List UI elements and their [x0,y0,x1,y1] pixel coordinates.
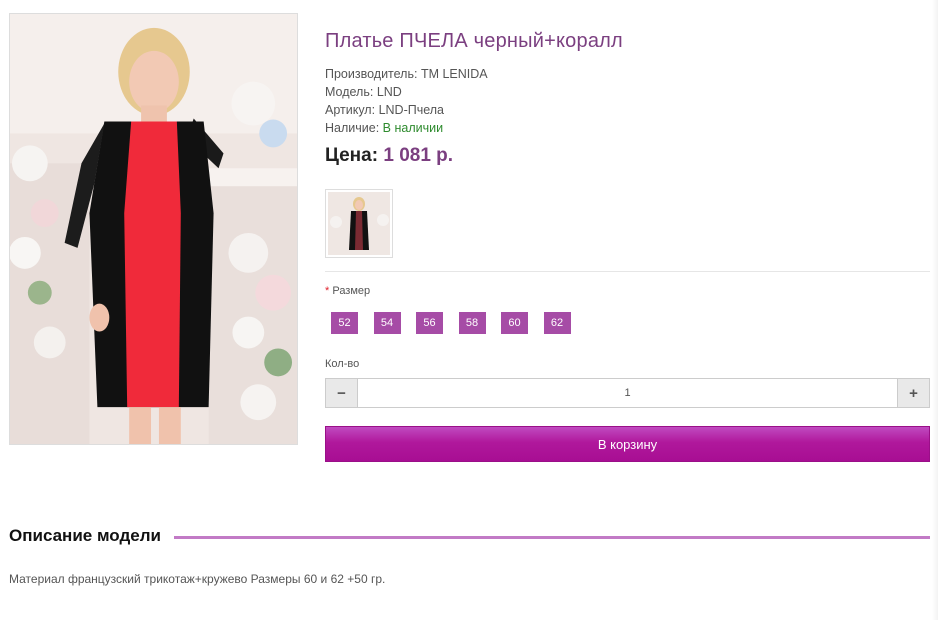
quantity-decrease-button[interactable]: − [326,379,358,407]
availability-label: Наличие: [325,121,380,135]
size-options: 52 54 56 58 60 62 [331,312,586,334]
size-option-56[interactable]: 56 [416,312,443,334]
required-mark: * [325,285,330,297]
sku-label: Артикул: [325,103,376,117]
quantity-input[interactable] [358,379,897,407]
size-option-52[interactable]: 52 [331,312,358,334]
add-to-cart-button[interactable]: В корзину [325,426,930,462]
quantity-increase-button[interactable]: + [897,379,929,407]
quantity-label: Кол-во [325,358,360,370]
price-label: Цена: [325,145,379,166]
product-title: Платье ПЧЕЛА черный+коралл [325,30,623,52]
size-label-text: Размер [332,285,371,297]
options-divider [325,271,930,272]
size-option-62[interactable]: 62 [543,312,571,334]
description-title-rule [174,536,930,539]
description-text: Материал французский трикотаж+кружево Ра… [9,572,386,586]
size-option-54[interactable]: 54 [373,312,401,334]
size-option-60[interactable]: 60 [501,312,528,334]
size-option-label: * Размер [325,285,370,297]
size-option-58[interactable]: 58 [458,312,486,334]
price-row: Цена: 1 081 р. [325,145,930,167]
sku-value: LND-Пчела [378,103,445,117]
quantity-stepper: − + [325,378,930,408]
model-row: Модель: LND [325,83,930,101]
availability-status: В наличии [382,121,444,135]
model-value: LND [376,85,402,99]
product-info: Платье ПЧЕЛА черный+коралл Производитель… [325,30,930,167]
manufacturer-label: Производитель: [325,67,418,81]
price-value: 1 081 р. [383,145,454,166]
product-specs: Производитель: TM LENIDA Модель: LND Арт… [325,65,930,137]
model-label: Модель: [325,85,374,99]
product-thumbnail[interactable] [325,189,393,258]
manufacturer-value[interactable]: TM LENIDA [421,67,488,81]
sku-row: Артикул: LND-Пчела [325,101,930,119]
page-edge-shadow [932,0,938,620]
manufacturer-row: Производитель: TM LENIDA [325,65,930,83]
product-main-image[interactable] [9,13,298,445]
availability-row: Наличие: В наличии [325,119,930,137]
description-title: Описание модели [9,526,169,546]
